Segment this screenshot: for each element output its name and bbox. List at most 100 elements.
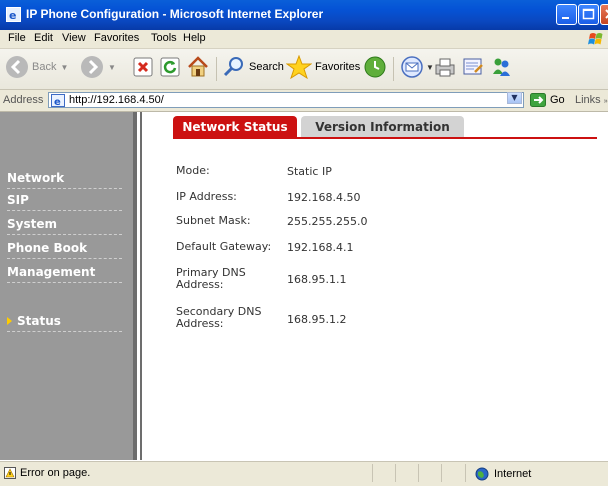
status-cell — [395, 464, 418, 482]
sidebar-item-system[interactable]: System — [7, 213, 122, 235]
menu-help[interactable]: Help — [183, 32, 206, 44]
home-icon — [188, 56, 208, 77]
mode-value: Static IP — [287, 165, 332, 178]
menu-tools[interactable]: Tools — [151, 32, 177, 44]
menu-edit[interactable]: Edit — [34, 32, 53, 44]
back-label: Back — [32, 61, 57, 73]
favorites-label: Favorites — [315, 61, 361, 73]
favorites-button[interactable]: Favorites — [286, 55, 360, 79]
go-arrow-icon — [530, 93, 546, 107]
links-chevron-icon: » — [603, 98, 608, 105]
maximize-icon — [582, 8, 595, 20]
menu-file[interactable]: File — [8, 32, 26, 44]
default-gateway-value: 192.168.4.1 — [287, 241, 354, 254]
refresh-button[interactable] — [160, 57, 180, 77]
primary-dns-value: 168.95.1.1 — [287, 273, 347, 286]
forward-arrow-icon — [81, 56, 103, 78]
mode-label: Mode: — [176, 164, 210, 177]
window-title: IP Phone Configuration - Microsoft Inter… — [26, 7, 324, 21]
zone-label: Internet — [494, 468, 532, 480]
page-content: Network SIP System Phone Book Management… — [0, 112, 608, 460]
ip-address-value: 192.168.4.50 — [287, 191, 361, 204]
go-button[interactable]: Go — [530, 93, 565, 107]
go-label: Go — [550, 94, 565, 106]
toolbar: Back ▼ ▼ Search Favorites ▼ — [0, 49, 608, 90]
security-zone: Internet — [475, 467, 531, 481]
minimize-button[interactable] — [556, 4, 577, 25]
home-button[interactable] — [186, 55, 210, 79]
toolbar-separator — [393, 57, 394, 81]
ie-app-icon: e — [6, 7, 21, 22]
toolbar-separator — [216, 57, 217, 81]
sidebar-item-label: SIP — [7, 193, 29, 207]
address-bar: Address e http://192.168.4.50/ ▼ Go Link… — [0, 90, 608, 112]
close-icon — [605, 9, 608, 19]
close-button[interactable] — [600, 4, 608, 25]
mail-button[interactable]: ▼ — [400, 55, 434, 79]
status-cell — [418, 464, 441, 482]
sidebar-divider — [140, 112, 142, 460]
windows-logo-icon — [588, 33, 603, 45]
sidebar-item-status[interactable]: Status — [7, 310, 122, 332]
error-page-icon[interactable] — [4, 467, 16, 479]
menu-favorites[interactable]: Favorites — [94, 32, 139, 44]
internet-globe-icon — [475, 467, 489, 481]
address-label: Address — [3, 94, 44, 106]
forward-dropdown-icon[interactable]: ▼ — [108, 63, 116, 72]
history-button[interactable] — [363, 55, 387, 79]
minimize-icon — [562, 17, 569, 19]
stop-icon — [133, 57, 153, 77]
svg-text:e: e — [54, 97, 61, 107]
sidebar-item-sip[interactable]: SIP — [7, 189, 122, 211]
search-label: Search — [249, 61, 284, 73]
address-input[interactable]: e http://192.168.4.50/ — [48, 92, 524, 108]
address-dropdown-icon[interactable]: ▼ — [507, 92, 522, 104]
svg-text:e: e — [9, 9, 16, 22]
sidebar-item-management[interactable]: Management — [7, 261, 122, 283]
sidebar: Network SIP System Phone Book Management… — [0, 112, 137, 460]
status-cell — [372, 464, 395, 482]
primary-dns-label: Primary DNS Address: — [176, 266, 246, 291]
page-icon: e — [51, 94, 65, 107]
sidebar-item-label: Network — [7, 171, 65, 185]
refresh-icon — [160, 57, 180, 77]
browser-window: e IP Phone Configuration - Microsoft Int… — [0, 0, 608, 486]
tab-version-information[interactable]: Version Information — [301, 116, 464, 137]
menu-view[interactable]: View — [62, 32, 86, 44]
sidebar-item-network[interactable]: Network — [7, 167, 122, 189]
sidebar-item-label: Status — [17, 314, 61, 328]
search-icon — [223, 57, 243, 77]
tab-network-status[interactable]: Network Status — [173, 116, 297, 137]
sidebar-item-label: System — [7, 217, 57, 231]
sidebar-item-label: Management — [7, 265, 96, 279]
forward-button[interactable]: ▼ — [80, 55, 116, 79]
messenger-button[interactable] — [490, 55, 514, 79]
subnet-mask-value: 255.255.255.0 — [287, 215, 368, 228]
links-label: Links — [575, 94, 601, 106]
subnet-mask-label: Subnet Mask: — [176, 214, 251, 227]
sidebar-item-phone-book[interactable]: Phone Book — [7, 237, 122, 259]
status-message: Error on page. — [20, 467, 91, 479]
print-button[interactable] — [433, 55, 457, 79]
links-button[interactable]: Links » — [575, 94, 608, 106]
stop-button[interactable] — [133, 57, 153, 77]
search-button[interactable]: Search — [222, 55, 284, 79]
ip-address-label: IP Address: — [176, 190, 237, 203]
maximize-button[interactable] — [578, 4, 599, 25]
sidebar-item-label: Phone Book — [7, 241, 88, 255]
title-bar: e IP Phone Configuration - Microsoft Int… — [0, 0, 608, 30]
default-gateway-label: Default Gateway: — [176, 240, 272, 253]
back-button[interactable]: Back ▼ — [5, 55, 68, 79]
status-cell — [441, 464, 464, 482]
tab-underline — [173, 137, 597, 139]
mail-icon — [401, 56, 423, 78]
secondary-dns-label: Secondary DNS Address: — [176, 305, 262, 330]
edit-button[interactable] — [461, 55, 485, 79]
edit-page-icon — [463, 58, 483, 75]
secondary-dns-value: 168.95.1.2 — [287, 313, 347, 326]
back-arrow-icon — [6, 56, 28, 78]
status-bar: Error on page. Internet — [0, 461, 608, 486]
active-arrow-icon — [7, 317, 12, 325]
back-dropdown-icon[interactable]: ▼ — [60, 63, 68, 72]
menu-bar: File Edit View Favorites Tools Help — [0, 30, 608, 49]
